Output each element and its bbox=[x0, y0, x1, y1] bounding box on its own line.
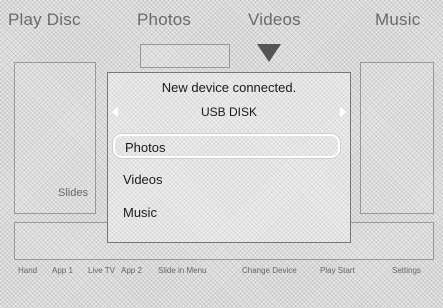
option-photos[interactable]: Photos bbox=[113, 134, 340, 158]
device-name: USB DISK bbox=[200, 105, 257, 119]
bg-thumbnail-row bbox=[140, 44, 230, 68]
bg-side-label: Slides bbox=[58, 187, 88, 199]
bg-bottom-item: Change Device bbox=[242, 266, 297, 275]
bg-bottom-item: App 2 bbox=[121, 266, 142, 275]
bg-bottom-item: Settings bbox=[392, 266, 421, 275]
device-connected-dialog: New device connected. USB DISK Photos Vi… bbox=[107, 72, 351, 243]
option-music[interactable]: Music bbox=[113, 201, 340, 225]
bg-bottom-item: Play Start bbox=[320, 266, 355, 275]
bg-tab-photos: Photos bbox=[137, 10, 192, 29]
bg-bottom-bar: Hand App 1 Live TV App 2 Slide in Menu C… bbox=[0, 266, 443, 282]
bg-tab-play-disc: Play Disc bbox=[8, 10, 81, 29]
option-videos[interactable]: Videos bbox=[113, 168, 340, 192]
bg-selection-arrow-icon bbox=[257, 44, 281, 62]
bg-panel-right bbox=[360, 62, 434, 214]
background-menu-tabs: Play Disc Photos Videos Music bbox=[0, 10, 443, 40]
bg-bottom-item: Live TV bbox=[88, 266, 115, 275]
bg-bottom-item: App 1 bbox=[52, 266, 73, 275]
right-arrow-icon[interactable] bbox=[340, 107, 346, 117]
dialog-title: New device connected. bbox=[161, 80, 297, 95]
bg-bottom-item: Slide in Menu bbox=[158, 266, 207, 275]
bg-tab-music: Music bbox=[375, 10, 421, 29]
bg-tab-videos: Videos bbox=[248, 10, 301, 29]
bg-bottom-item: Hand bbox=[18, 266, 38, 275]
